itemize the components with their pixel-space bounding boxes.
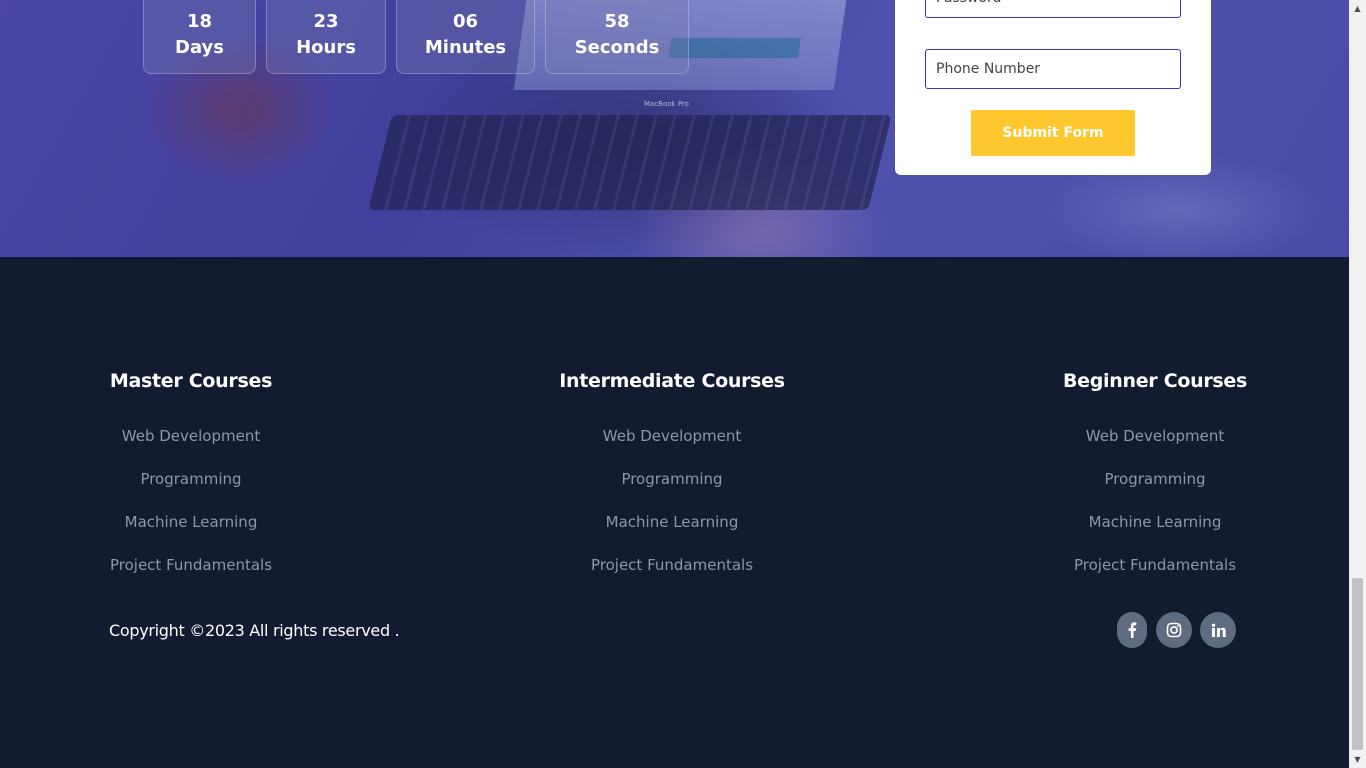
list-item: Project Fundamentals xyxy=(66,553,316,596)
footer-link[interactable]: Project Fundamentals xyxy=(1074,556,1236,574)
footer-column-intermediate-courses: Intermediate Courses Web Development Pro… xyxy=(547,367,797,596)
footer-column-beginner-courses: Beginner Courses Web Development Program… xyxy=(1030,367,1280,596)
scrollbar-thumb[interactable] xyxy=(1352,578,1363,750)
site-footer: Master Courses Web Development Programmi… xyxy=(0,257,1349,768)
facebook-icon xyxy=(1128,622,1137,638)
footer-link[interactable]: Web Development xyxy=(603,427,741,445)
list-item: Machine Learning xyxy=(66,510,316,553)
list-item: Web Development xyxy=(1030,424,1280,467)
footer-link[interactable]: Web Development xyxy=(122,427,260,445)
scroll-down-arrow-icon[interactable]: ▼ xyxy=(1349,751,1366,768)
footer-link[interactable]: Machine Learning xyxy=(125,513,258,531)
countdown-hours: 23 Hours xyxy=(266,0,386,74)
course-links-list: Web Development Programming Machine Lear… xyxy=(547,424,797,596)
countdown-days-label: Days xyxy=(175,37,224,58)
column-title: Master Courses xyxy=(109,370,273,392)
hero-section: MacBook Pro 18 Days 23 Hours 06 Minutes … xyxy=(0,0,1349,257)
phone-number-field[interactable] xyxy=(925,49,1181,89)
countdown-minutes-value: 06 xyxy=(452,11,479,32)
list-item: Machine Learning xyxy=(547,510,797,553)
course-links-list: Web Development Programming Machine Lear… xyxy=(1030,424,1280,596)
linkedin-icon xyxy=(1211,623,1226,637)
footer-link[interactable]: Programming xyxy=(140,470,241,488)
submit-form-button[interactable]: Submit Form xyxy=(971,110,1135,156)
footer-column-master-courses: Master Courses Web Development Programmi… xyxy=(66,367,316,596)
list-item: Programming xyxy=(66,467,316,510)
instagram-icon xyxy=(1166,622,1182,638)
column-title: Beginner Courses xyxy=(1062,370,1247,392)
list-item: Web Development xyxy=(547,424,797,467)
instagram-link[interactable] xyxy=(1156,612,1192,648)
password-field[interactable] xyxy=(925,0,1181,18)
footer-link[interactable]: Project Fundamentals xyxy=(591,556,753,574)
column-title: Intermediate Courses xyxy=(559,370,785,392)
copyright-text: Copyright ©2023 All rights reserved . xyxy=(109,621,400,640)
countdown-timer: 18 Days 23 Hours 06 Minutes 58 Seconds xyxy=(0,0,700,80)
countdown-days-value: 18 xyxy=(186,11,213,32)
countdown-seconds-label: Seconds xyxy=(574,37,660,58)
page-scrollbar[interactable]: ▲ ▼ xyxy=(1349,0,1366,768)
countdown-hours-value: 23 xyxy=(313,11,339,32)
list-item: Project Fundamentals xyxy=(1030,553,1280,596)
course-links-list: Web Development Programming Machine Lear… xyxy=(66,424,316,596)
countdown-hours-label: Hours xyxy=(296,37,356,58)
countdown-days: 18 Days xyxy=(143,0,256,74)
linkedin-link[interactable] xyxy=(1200,612,1236,648)
countdown-seconds-value: 58 xyxy=(604,11,630,32)
scroll-up-arrow-icon[interactable]: ▲ xyxy=(1349,0,1366,17)
footer-link[interactable]: Web Development xyxy=(1086,427,1224,445)
laptop-brand-text: MacBook Pro xyxy=(644,100,689,108)
footer-link[interactable]: Project Fundamentals xyxy=(110,556,272,574)
list-item: Project Fundamentals xyxy=(547,553,797,596)
footer-link[interactable]: Machine Learning xyxy=(1089,513,1222,531)
facebook-link[interactable] xyxy=(1117,612,1147,648)
list-item: Programming xyxy=(547,467,797,510)
list-item: Machine Learning xyxy=(1030,510,1280,553)
footer-link[interactable]: Machine Learning xyxy=(606,513,739,531)
countdown-seconds: 58 Seconds xyxy=(545,0,689,74)
countdown-minutes: 06 Minutes xyxy=(396,0,535,74)
signup-form-card: Submit Form xyxy=(895,0,1211,175)
list-item: Web Development xyxy=(66,424,316,467)
footer-link[interactable]: Programming xyxy=(1104,470,1205,488)
list-item: Programming xyxy=(1030,467,1280,510)
countdown-minutes-label: Minutes xyxy=(424,37,507,58)
footer-link[interactable]: Programming xyxy=(621,470,722,488)
